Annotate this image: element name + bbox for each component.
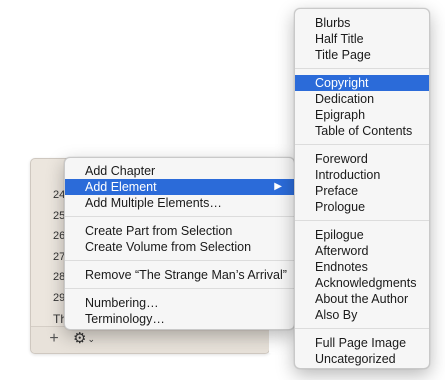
menu-item-terminology[interactable]: Terminology… [65,311,294,327]
menu-separator [295,215,429,227]
menu-item-table-of-contents[interactable]: Table of Contents [295,123,429,139]
menu-separator [65,283,294,295]
menu-item-label: Dedication [315,92,375,106]
menu-item-label: Terminology… [85,312,165,326]
menu-item-label: Foreword [315,152,368,166]
menu-item-copyright[interactable]: Copyright [295,75,429,91]
menu-item-acknowledgments[interactable]: Acknowledgments [295,275,429,291]
menu-item-label: Half Title [315,32,364,46]
menu-item-label: Introduction [315,168,381,182]
menu-item-label: Prologue [315,200,366,214]
menu-item-afterword[interactable]: Afterword [295,243,429,259]
menu-item-label: Epilogue [315,228,364,242]
menu-separator [295,323,429,335]
menu-item-add-multiple-elements[interactable]: Add Multiple Elements… [65,195,294,211]
chapter-context-menu: Add Chapter Add Element ▶ Add Multiple Elem… [64,157,295,330]
menu-item-label: Epigraph [315,108,366,122]
menu-item-dedication[interactable]: Dedication [295,91,429,107]
menu-item-about-the-author[interactable]: About the Author [295,291,429,307]
menu-item-foreword[interactable]: Foreword [295,151,429,167]
menu-item-label: Endnotes [315,260,368,274]
menu-item-also-by[interactable]: Also By [295,307,429,323]
menu-item-label: Copyright [315,76,369,90]
sidebar-footer-toolbar: + ⚙ ⌄ [31,326,269,353]
menu-separator [295,139,429,151]
gear-icon: ⚙ [73,330,87,347]
menu-item-label: Remove “The Strange Man’s Arrival” [85,268,287,282]
menu-item-label: Preface [315,184,359,198]
menu-item-create-volume-from-selection[interactable]: Create Volume from Selection [65,239,294,255]
menu-item-prologue[interactable]: Prologue [295,199,429,215]
menu-item-half-title[interactable]: Half Title [295,31,429,47]
menu-item-introduction[interactable]: Introduction [295,167,429,183]
menu-item-remove-the-strange-man-s-arrival[interactable]: Remove “The Strange Man’s Arrival” [65,267,294,283]
menu-item-title-page[interactable]: Title Page [295,47,429,63]
menu-item-epilogue[interactable]: Epilogue [295,227,429,243]
menu-item-label: Title Page [315,48,371,62]
menu-item-create-part-from-selection[interactable]: Create Part from Selection [65,223,294,239]
menu-item-full-page-image[interactable]: Full Page Image [295,335,429,351]
menu-separator [295,63,429,75]
menu-item-add-element[interactable]: Add Element ▶ [65,179,294,195]
menu-item-label: Uncategorized [315,352,396,366]
menu-item-label: Afterword [315,244,369,258]
menu-item-label: Create Volume from Selection [85,240,252,254]
menu-item-add-chapter[interactable]: Add Chapter [65,163,294,179]
menu-item-label: Blurbs [315,16,351,30]
menu-item-label: Acknowledgments [315,276,417,290]
add-element-submenu: Blurbs Half Title Title Page Copyright Dedic… [294,8,430,369]
menu-item-label: Numbering… [85,296,159,310]
menu-item-epigraph[interactable]: Epigraph [295,107,429,123]
menu-item-preface[interactable]: Preface [295,183,429,199]
menu-item-label: Full Page Image [315,336,407,350]
menu-item-label: Add Chapter [85,164,156,178]
menu-item-label: Add Element [85,180,157,194]
menu-item-label: Create Part from Selection [85,224,233,238]
add-icon[interactable]: + [47,331,61,347]
menu-item-numbering[interactable]: Numbering… [65,295,294,311]
gear-menu-button[interactable]: ⚙ ⌄ [73,331,95,347]
menu-item-label: Table of Contents [315,124,413,138]
menu-separator [65,255,294,267]
menu-separator [65,211,294,223]
menu-item-label: About the Author [315,292,409,306]
menu-item-endnotes[interactable]: Endnotes [295,259,429,275]
menu-item-label: Also By [315,308,358,322]
menu-item-blurbs[interactable]: Blurbs [295,15,429,31]
menu-item-label: Add Multiple Elements… [85,196,222,210]
submenu-arrow-icon: ▶ [274,181,282,192]
menu-item-uncategorized[interactable]: Uncategorized [295,351,429,367]
chevron-down-icon: ⌄ [87,334,95,344]
